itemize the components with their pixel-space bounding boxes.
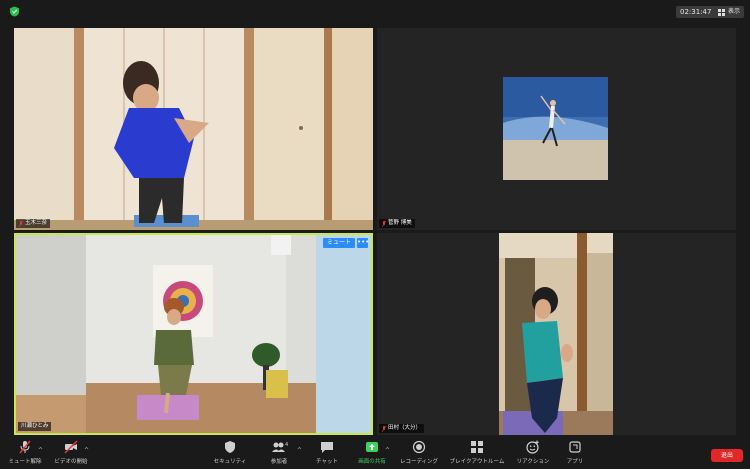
participant-video-1 [14, 28, 373, 230]
chat-button[interactable]: チャット [312, 440, 342, 465]
share-screen-label: 画面の共有 [358, 459, 386, 465]
smiley-plus-icon [526, 440, 539, 454]
top-bar: 02:31:47 表示 [0, 0, 750, 22]
participant-name-tag: 川瀬ひとみ [18, 422, 52, 431]
chat-label: チャット [316, 459, 338, 465]
participant-name: 田村（大分） [388, 425, 422, 431]
record-icon [412, 440, 426, 454]
apps-icon [569, 441, 581, 453]
participants-button[interactable]: 4 参加者 [264, 440, 294, 465]
muted-mic-icon [382, 425, 386, 432]
video-tile-2[interactable]: 菅野 博美 [377, 28, 736, 230]
record-button[interactable]: レコーディング [397, 440, 441, 465]
video-tile-4[interactable]: 田村（大分） [377, 233, 736, 435]
share-screen-icon [366, 442, 378, 452]
mute-participant-button[interactable]: ミュート [322, 238, 355, 248]
meeting-toolbar: ミュート解除 ^ ビデオの開始 ^ セキュリティ 4 参加者 ^ チャット 画面… [0, 438, 750, 469]
more-options-button[interactable]: ••• [357, 238, 369, 248]
start-video-label: ビデオの開始 [54, 459, 88, 465]
participant-video-3 [16, 235, 371, 433]
video-tile-3-active[interactable]: ミュート ••• 川瀬ひとみ [14, 233, 373, 435]
apps-label: アプリ [566, 459, 584, 465]
share-options-chevron-icon[interactable]: ^ [385, 447, 390, 454]
unmute-label: ミュート解除 [8, 459, 42, 465]
view-label: 表示 [728, 8, 741, 15]
audio-options-chevron-icon[interactable]: ^ [38, 447, 43, 454]
participant-name-tag: 玉木三奈 [16, 219, 51, 228]
video-tile-1[interactable]: 玉木三奈 [14, 28, 373, 230]
breakout-rooms-button[interactable]: ブレイクアウトルーム [446, 440, 508, 465]
participant-name-tag: 菅野 博美 [379, 219, 415, 228]
breakout-rooms-icon [471, 441, 483, 453]
security-label: セキュリティ [213, 459, 247, 465]
reactions-button[interactable]: リアクション [513, 440, 553, 465]
breakout-rooms-label: ブレイクアウトルーム [449, 459, 505, 465]
chat-bubble-icon [321, 442, 333, 453]
apps-button[interactable]: アプリ [560, 440, 590, 465]
participant-name-tag: 田村（大分） [379, 424, 425, 433]
participant-video-4 [377, 233, 736, 435]
participants-count: 4 [285, 442, 289, 448]
shield-icon [225, 441, 235, 453]
participant-name: 菅野 博美 [388, 220, 412, 226]
participants-options-chevron-icon[interactable]: ^ [297, 447, 302, 454]
grid-view-icon [718, 8, 725, 16]
reactions-label: リアクション [516, 459, 550, 465]
muted-mic-icon [382, 220, 386, 227]
leave-meeting-button[interactable]: 退出 [711, 449, 743, 462]
muted-mic-icon [19, 220, 23, 227]
view-button[interactable]: 表示 [714, 6, 745, 18]
participant-name: 玉木三奈 [25, 220, 48, 226]
record-label: レコーディング [399, 459, 439, 465]
participant-name: 川瀬ひとみ [21, 423, 49, 429]
video-off-icon [64, 440, 78, 454]
video-options-chevron-icon[interactable]: ^ [84, 447, 89, 454]
security-shield-icon[interactable] [9, 6, 20, 17]
security-button[interactable]: セキュリティ [207, 440, 253, 465]
profile-photo-beach [377, 28, 736, 230]
participants-label: 参加者 [270, 459, 288, 465]
meeting-timer: 02:31:47 [676, 6, 716, 18]
muted-microphone-icon [19, 440, 31, 454]
